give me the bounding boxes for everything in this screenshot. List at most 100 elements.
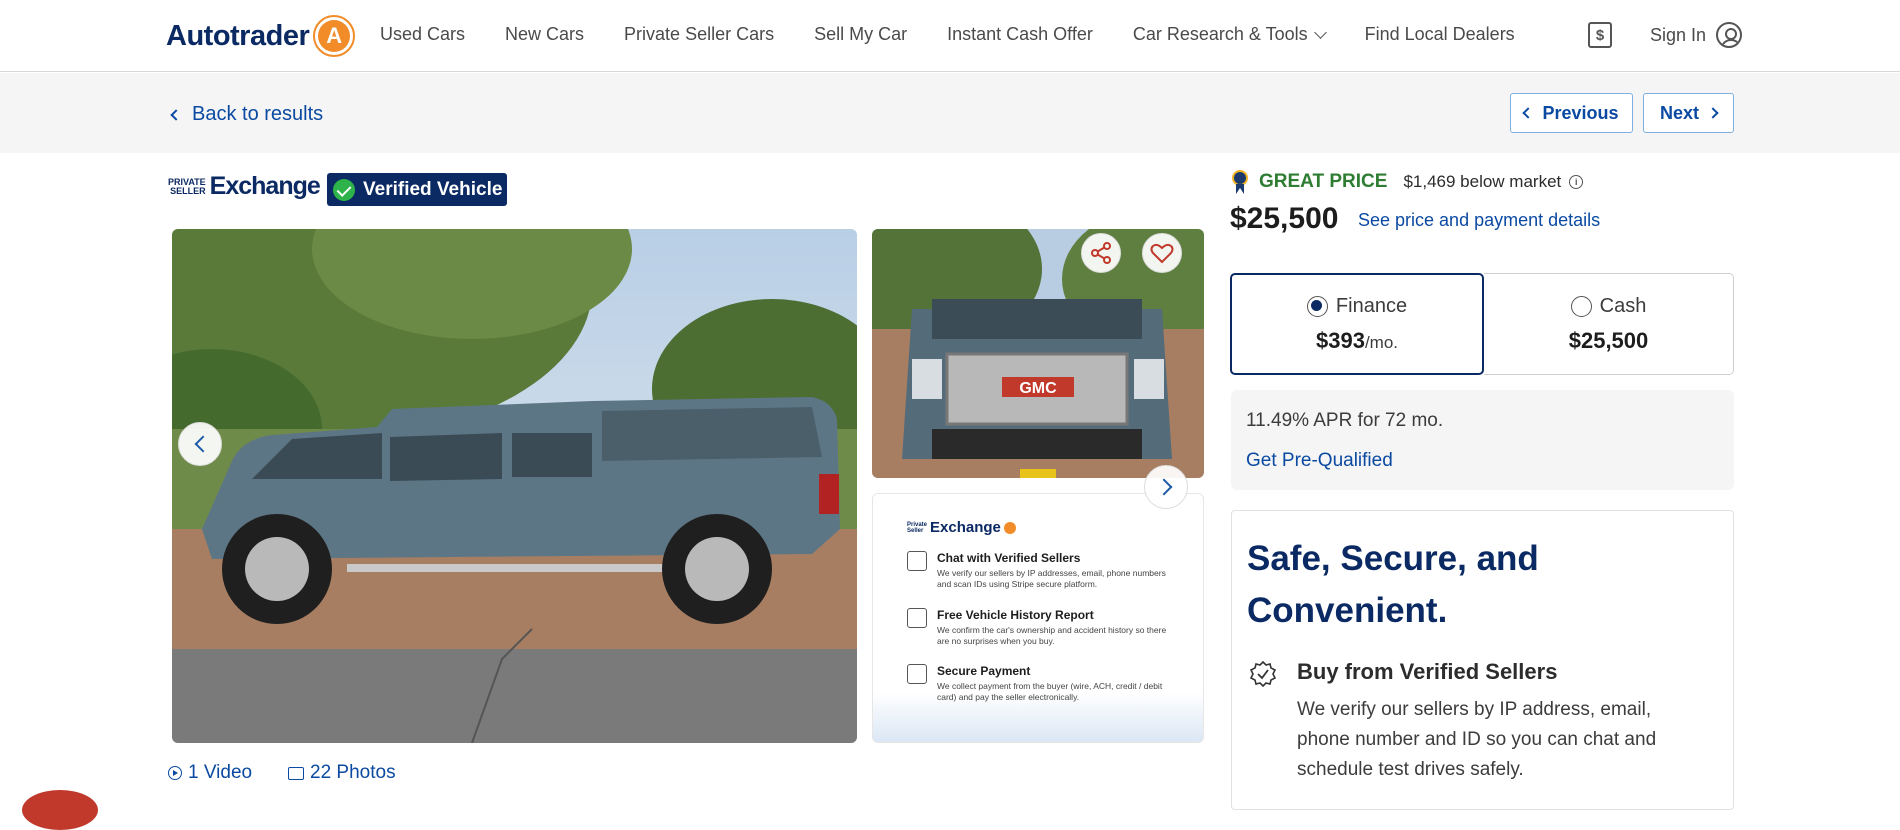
svg-text:GMC: GMC	[1019, 380, 1057, 397]
safe-title: Safe, Secure, and Convenient.	[1247, 539, 1539, 630]
user-icon	[1716, 22, 1743, 48]
info-icon[interactable]: i	[1569, 175, 1584, 189]
nav-label: Sell My Car	[814, 24, 908, 44]
card-item-title: Secure Payment	[937, 664, 1031, 678]
autotrader-mark-icon	[1003, 521, 1016, 534]
see-price-details-link[interactable]: See price and payment details	[1358, 210, 1600, 231]
vehicle-price: $25,500	[1230, 202, 1339, 235]
verified-label: Verified Vehicle	[363, 178, 503, 200]
card-item-desc: We collect payment from the buyer (wire,…	[937, 681, 1163, 702]
chevron-left-icon	[1522, 107, 1535, 119]
video-label: 1 Video	[188, 762, 253, 783]
finance-unit: /mo.	[1364, 332, 1398, 352]
nav-label: Used Cars	[380, 24, 466, 44]
cash-label: Cash	[1599, 294, 1647, 317]
card-item-payment: Secure Payment We collect payment from t…	[907, 664, 1197, 703]
gallery-prev-button[interactable]	[178, 422, 222, 466]
chevron-down-icon	[1313, 25, 1327, 39]
finance-value: $393	[1315, 327, 1365, 353]
chevron-left-icon	[170, 108, 182, 121]
nav-label: Find Local Dealers	[1364, 24, 1515, 44]
autotrader-logo[interactable]: Autotrader A	[166, 14, 356, 58]
photos-label: 22 Photos	[310, 762, 396, 783]
below-market: $1,469 below market i	[1403, 172, 1584, 192]
card-item-title: Free Vehicle History Report	[937, 608, 1094, 622]
exchange-card-logo: Private Seller Exchange	[907, 519, 1016, 536]
back-label: Back to results	[192, 103, 324, 125]
nav-private-seller-cars[interactable]: Private Seller Cars	[624, 24, 774, 45]
site-header: Autotrader A Used Cars New Cars Private …	[0, 0, 1900, 72]
cash-option[interactable]: Cash $25,500	[1484, 273, 1734, 375]
save-favorite-button[interactable]	[1142, 233, 1182, 273]
chat-bubble-icon	[907, 551, 927, 571]
back-to-results-link[interactable]: Back to results	[170, 103, 324, 126]
nav-label: New Cars	[505, 24, 585, 44]
nav-label: Instant Cash Offer	[947, 24, 1093, 44]
gallery-next-button[interactable]	[1144, 465, 1188, 509]
next-button[interactable]: Next	[1643, 93, 1734, 133]
nav-find-local-dealers[interactable]: Find Local Dealers	[1365, 24, 1515, 45]
sign-in-label: Sign In	[1650, 24, 1707, 45]
card-brand-small-2: Seller	[907, 527, 924, 534]
nav-used-cars[interactable]: Used Cars	[380, 24, 465, 45]
nav-sell-my-car[interactable]: Sell My Car	[814, 24, 907, 45]
report-document-icon	[907, 608, 927, 628]
great-price-label: GREAT PRICE	[1259, 171, 1388, 192]
card-item-history: Free Vehicle History Report We confirm t…	[907, 608, 1197, 647]
chevron-right-icon	[1155, 478, 1172, 496]
financing-summary: 11.49% APR for 72 mo. Get Pre-Qualified	[1231, 390, 1734, 490]
nav-label: Car Research & Tools	[1132, 24, 1308, 44]
finance-label: Finance	[1335, 294, 1408, 317]
next-label: Next	[1659, 102, 1699, 123]
verified-sellers-text: We verify our sellers by IP address, ema…	[1297, 699, 1657, 780]
card-item-desc: We verify our sellers by IP addresses, e…	[937, 568, 1166, 589]
card-item-chat: Chat with Verified Sellers We verify our…	[907, 551, 1197, 590]
main-vehicle-photo[interactable]	[172, 229, 857, 743]
verified-sellers-heading: Buy from Verified Sellers	[1297, 659, 1558, 684]
play-icon	[168, 766, 182, 780]
pse-small-2: SELLER	[170, 185, 206, 196]
card-brand: Exchange	[930, 519, 1001, 536]
previous-button[interactable]: Previous	[1510, 93, 1633, 133]
chevron-left-icon	[194, 435, 211, 453]
exchange-info-card[interactable]: Private Seller Exchange Chat with Verifi…	[872, 493, 1204, 743]
secure-payment-icon	[907, 664, 927, 684]
share-icon	[1091, 242, 1111, 264]
finance-radio[interactable]	[1306, 295, 1328, 317]
verified-vehicle-badge: Verified Vehicle	[327, 173, 507, 206]
sign-in-button[interactable]: Sign In	[1650, 22, 1743, 48]
chat-launcher-button[interactable]	[22, 790, 98, 830]
private-seller-exchange-logo: PRIVATE SELLER Exchange	[168, 172, 321, 201]
get-prequalified-link[interactable]: Get Pre-Qualified	[1246, 450, 1393, 472]
card-item-title: Chat with Verified Sellers	[937, 551, 1081, 565]
card-item-desc: We confirm the car's ownership and accid…	[937, 625, 1167, 646]
safe-secure-panel: Safe, Secure, and Convenient. Buy from V…	[1231, 510, 1734, 810]
image-icon	[288, 766, 304, 780]
share-button[interactable]	[1081, 233, 1121, 273]
header-actions: $ Sign In	[1588, 22, 1743, 48]
dollar-document-icon[interactable]: $	[1588, 22, 1612, 48]
heart-icon	[1150, 243, 1174, 264]
medal-icon	[1231, 170, 1249, 194]
video-link[interactable]: 1 Video	[168, 762, 252, 784]
verified-badge-icon	[1250, 661, 1276, 687]
photos-link[interactable]: 22 Photos	[288, 762, 396, 784]
nav-instant-cash-offer[interactable]: Instant Cash Offer	[947, 24, 1093, 45]
pse-big: Exchange	[209, 172, 321, 200]
finance-option[interactable]: Finance $393/mo.	[1230, 273, 1484, 375]
previous-label: Previous	[1542, 102, 1619, 123]
nav-car-research-tools[interactable]: Car Research & Tools	[1132, 24, 1327, 45]
chevron-right-icon	[1707, 107, 1719, 119]
logo-mark-icon: A	[313, 15, 356, 57]
cash-value: $25,500	[1568, 327, 1649, 353]
price-rating: GREAT PRICE $1,469 below market i	[1231, 170, 1584, 194]
check-circle-icon	[333, 178, 355, 201]
nav-label: Private Seller Cars	[624, 24, 775, 44]
main-nav: Used Cars New Cars Private Seller Cars S…	[380, 24, 1555, 45]
logo-text: Autotrader	[166, 19, 310, 52]
nav-new-cars[interactable]: New Cars	[505, 24, 584, 45]
apr-text: 11.49% APR for 72 mo.	[1246, 410, 1444, 431]
cash-radio[interactable]	[1570, 295, 1592, 317]
secondary-vehicle-photo[interactable]: GMC	[872, 229, 1204, 478]
below-market-text: $1,469 below market	[1403, 172, 1562, 191]
